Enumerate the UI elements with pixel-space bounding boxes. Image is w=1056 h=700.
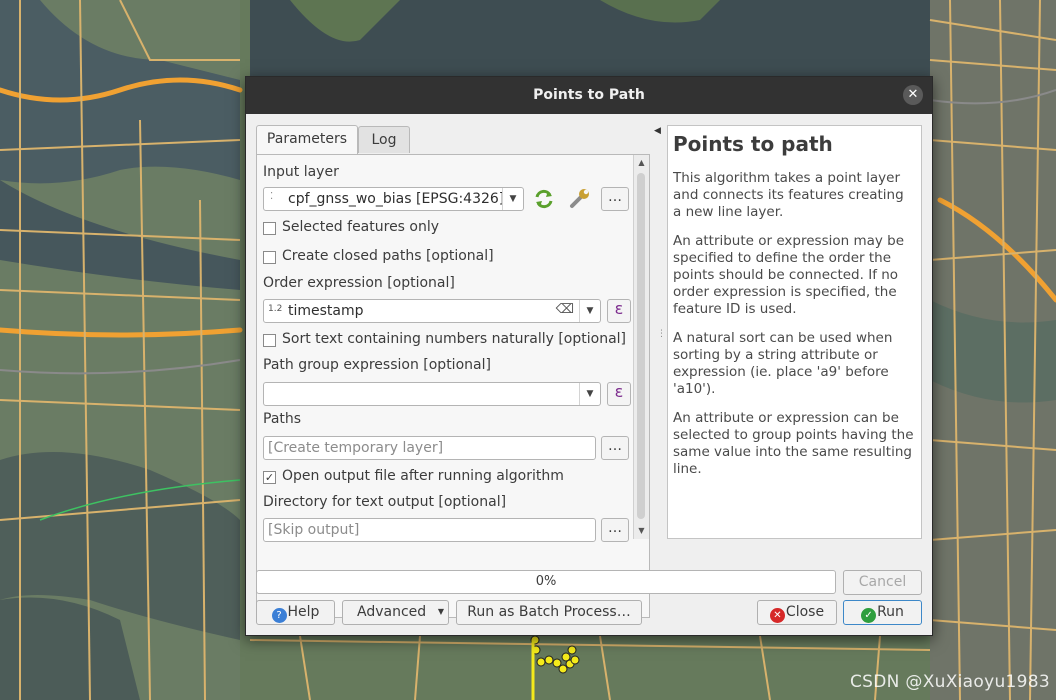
clear-icon[interactable]: ⌫ [556, 302, 574, 317]
collapse-help-arrow-icon[interactable]: ◀ [654, 126, 661, 136]
batch-label: Run as Batch Process… [467, 604, 631, 620]
advanced-label: Advanced [357, 604, 427, 620]
close-icon: ✕ [769, 608, 785, 623]
expression-icon: ε [614, 382, 624, 401]
input-layer-label: Input layer [263, 164, 339, 180]
algorithm-help-panel: Points to path This algorithm takes a po… [667, 125, 922, 539]
selected-features-label: Selected features only [282, 219, 440, 235]
run-check-icon: ✓ [861, 608, 877, 623]
run-label: Run [877, 604, 904, 620]
directory-output-field[interactable]: [Skip output] [263, 518, 596, 542]
iterate-over-features-icon[interactable] [533, 188, 555, 210]
sort-naturally-label: Sort text containing numbers naturally [… [282, 331, 627, 347]
chevron-down-icon: ▼ [437, 607, 444, 616]
wrench-icon[interactable] [567, 187, 591, 211]
tab-parameters[interactable]: Parameters [256, 125, 358, 154]
ellipsis-text: … [608, 189, 622, 205]
dialog-titlebar[interactable]: Points to Path ✕ [246, 77, 932, 114]
open-output-label: Open output file after running algorithm [282, 468, 564, 484]
chevron-down-icon: ▼ [579, 300, 600, 322]
parameters-scrollbar[interactable]: ▲ ▼ [633, 155, 649, 539]
close-label: Close [785, 604, 825, 620]
run-batch-button[interactable]: Run as Batch Process… [456, 600, 642, 625]
order-expression-value: timestamp [288, 303, 364, 319]
cancel-label: Cancel [858, 574, 907, 590]
input-layer-browse-button[interactable]: … [601, 187, 629, 211]
selected-features-checkbox[interactable] [263, 222, 276, 235]
group-expression-label: Path group expression [optional] [263, 357, 491, 373]
directory-browse-button[interactable]: … [601, 518, 629, 542]
directory-output-label: Directory for text output [optional] [263, 494, 507, 510]
window-close-button[interactable]: ✕ [903, 85, 923, 105]
help-title: Points to path [673, 132, 833, 156]
tab-log[interactable]: Log [358, 126, 410, 153]
scrollbar-thumb[interactable] [637, 173, 645, 519]
tab-log-label: Log [371, 132, 397, 148]
help-paragraph: This algorithm takes a point layer and c… [673, 170, 904, 220]
help-paragraph: An attribute or expression may be specif… [673, 233, 905, 317]
directory-placeholder: [Skip output] [268, 522, 360, 538]
parameters-scroll-area[interactable]: Input layer ⁚ cpf_gnss_wo_bias [EPSG:432… [257, 155, 633, 621]
input-layer-combo[interactable]: ⁚ cpf_gnss_wo_bias [EPSG:4326] ▼ [263, 187, 524, 211]
points-to-path-dialog: Points to Path ✕ Parameters Log ◀ ⋮ Inpu… [245, 76, 933, 636]
expression-builder-button[interactable]: ε [607, 299, 631, 323]
tab-parameters-label: Parameters [266, 131, 348, 147]
progress-text: 0% [535, 574, 557, 589]
paths-browse-button[interactable]: … [601, 436, 629, 460]
chevron-down-icon: ▼ [502, 188, 523, 210]
ellipsis-text: … [608, 520, 622, 536]
help-paragraph: A natural sort can be used when sorting … [673, 330, 893, 397]
help-paragraph: An attribute or expression can be select… [673, 410, 914, 477]
help-button[interactable]: ? Help [256, 600, 335, 625]
order-expression-combo[interactable]: 1.2 timestamp ⌫ ▼ [263, 299, 601, 323]
splitter-handle-icon[interactable]: ⋮ [657, 330, 666, 339]
point-layer-icon: ⁚ [270, 191, 274, 202]
expression-icon: ε [614, 299, 624, 318]
order-expression-label: Order expression [optional] [263, 275, 455, 291]
watermark: CSDN @XuXiaoyu1983 [850, 672, 1050, 692]
help-icon: ? [271, 608, 287, 623]
closed-paths-checkbox[interactable] [263, 251, 276, 264]
group-expression-builder-button[interactable]: ε [607, 382, 631, 406]
input-layer-value: cpf_gnss_wo_bias [EPSG:4326] [288, 191, 505, 207]
paths-label: Paths [263, 411, 302, 427]
scroll-down-icon[interactable]: ▼ [634, 523, 649, 539]
run-button[interactable]: ✓ Run [843, 600, 922, 625]
decimal-field-type-icon: 1.2 [268, 304, 283, 314]
group-expression-combo[interactable]: ▼ [263, 382, 601, 406]
paths-output-field[interactable]: [Create temporary layer] [263, 436, 596, 460]
progress-bar: 0% [256, 570, 836, 594]
cancel-button[interactable]: Cancel [843, 570, 922, 595]
dialog-title: Points to Path [533, 87, 645, 103]
advanced-dropdown-button[interactable]: Advanced ▼ [342, 600, 449, 625]
parameters-panel: Input layer ⁚ cpf_gnss_wo_bias [EPSG:432… [256, 154, 650, 618]
open-output-checkbox[interactable]: ✓ [263, 471, 276, 484]
paths-placeholder: [Create temporary layer] [268, 440, 444, 456]
sort-naturally-checkbox[interactable] [263, 334, 276, 347]
chevron-down-icon: ▼ [579, 383, 600, 405]
closed-paths-label: Create closed paths [optional] [282, 248, 494, 264]
close-button[interactable]: ✕ Close [757, 600, 837, 625]
help-label: Help [287, 604, 320, 620]
scroll-up-icon[interactable]: ▲ [634, 155, 649, 171]
ellipsis-text: … [608, 438, 622, 454]
